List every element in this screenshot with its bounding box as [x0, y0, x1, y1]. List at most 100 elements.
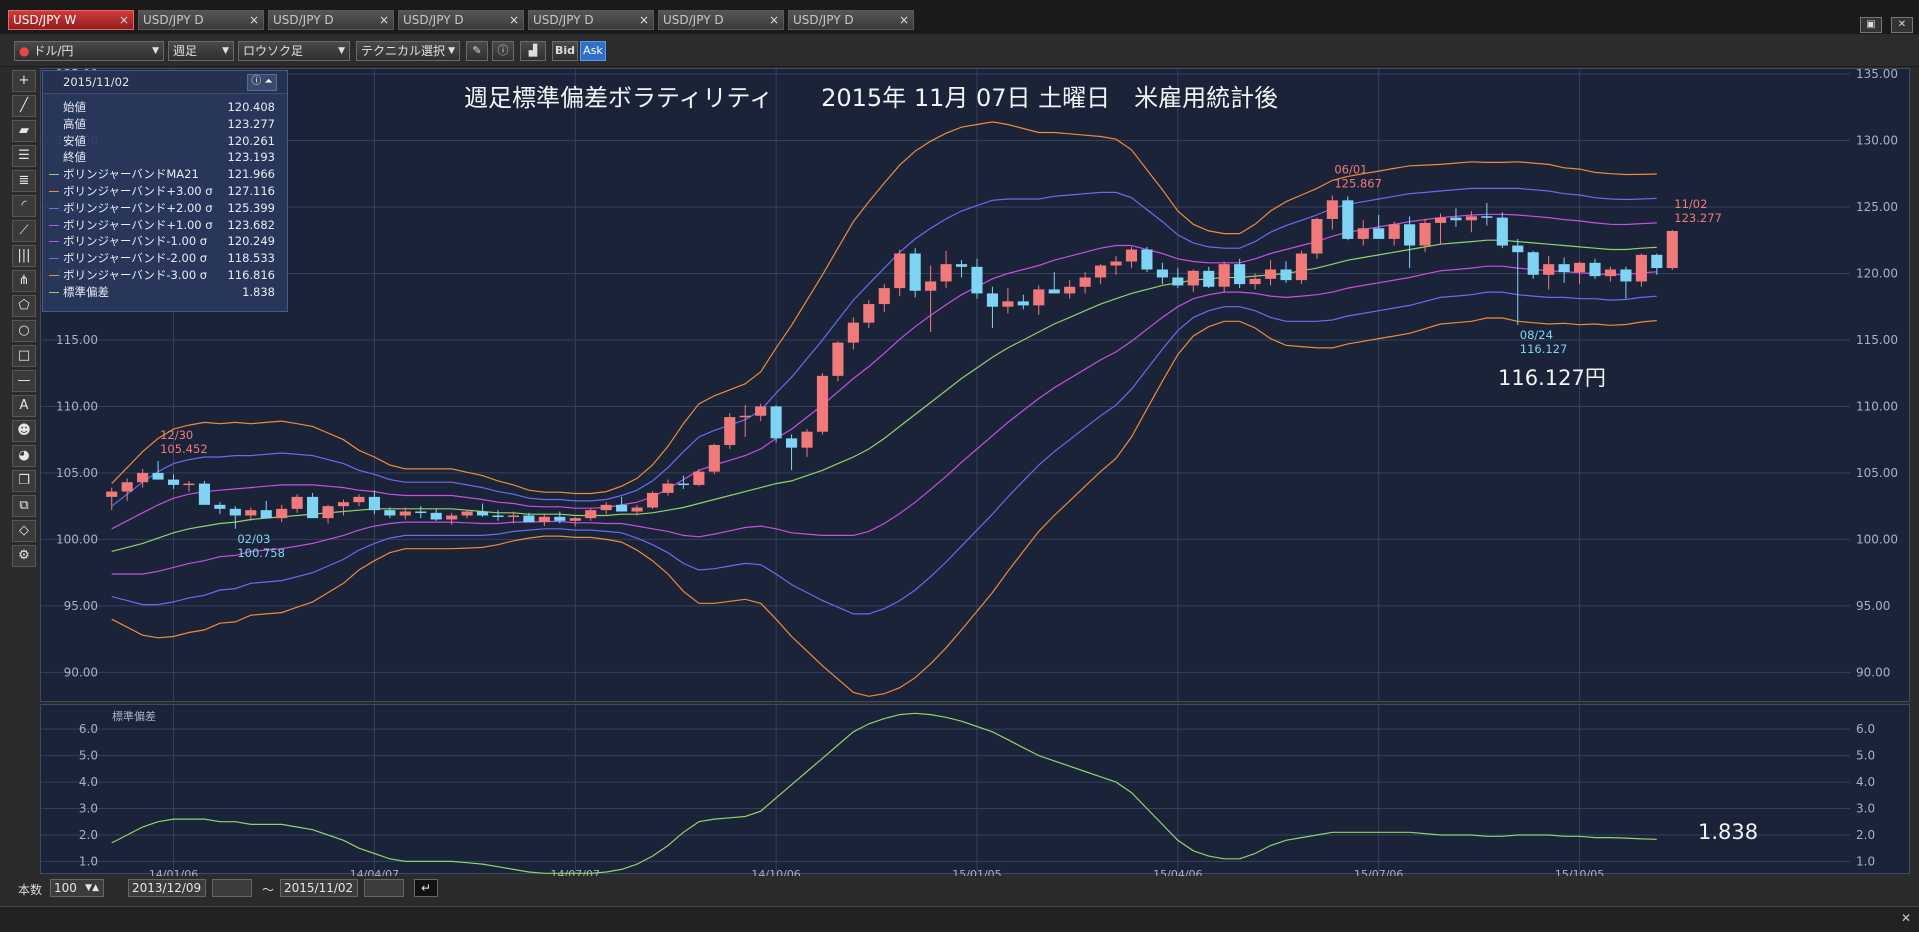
candle-body: [1218, 264, 1230, 287]
candle-body: [307, 496, 319, 519]
candle-body: [1512, 245, 1524, 253]
band-minus1-line: [111, 265, 1657, 575]
candle-body: [1079, 277, 1091, 287]
y-tick-label-right: 95.00: [1856, 599, 1890, 613]
return-icon[interactable]: ↵: [414, 879, 438, 897]
row-label: ボリンジャーバンド-2.00 σ: [63, 251, 208, 266]
candle-body: [755, 406, 767, 416]
candle-body: [1203, 270, 1215, 287]
bottom-bar: 本数 100 ▼▲ 2013/12/09 ～ 2015/11/02 ↵: [0, 876, 1919, 902]
data-window-date: 2015/11/02: [63, 75, 130, 89]
y-tick-label-right: 120.00: [1856, 266, 1898, 280]
headline: 週足標準偏差ボラティリティ 2015年 11月 07日 土曜日 米雇用統計後: [464, 84, 1279, 112]
count-input[interactable]: 100 ▼▲: [50, 879, 104, 897]
candle-body: [137, 472, 149, 483]
candle-body: [384, 510, 396, 516]
data-window-row: 標準偏差 1.838: [43, 284, 287, 301]
y-tick-label-left: 105.00: [56, 466, 98, 480]
annotation-date: 12/30: [160, 428, 193, 442]
data-window-row: ボリンジャーバンド-3.00 σ 116.816: [43, 267, 287, 284]
from-time-input[interactable]: [212, 879, 252, 897]
candle-body: [600, 504, 612, 511]
to-date-input[interactable]: 2015/11/02: [280, 879, 358, 897]
y-tick-label-left: 95.00: [64, 599, 98, 613]
sd-tick-label-left: 5.0: [79, 749, 98, 763]
row-value: 125.399: [227, 200, 275, 215]
range-separator: ～: [262, 883, 275, 897]
data-window-row: ボリンジャーバンド+3.00 σ 127.116: [43, 183, 287, 200]
to-time-input[interactable]: [364, 879, 404, 897]
candle-body: [708, 445, 720, 472]
candle-body: [724, 417, 736, 446]
legend-swatch: [49, 224, 59, 226]
candle-body: [368, 496, 380, 511]
y-tick-label-left: 90.00: [64, 665, 98, 679]
candle-body: [1264, 269, 1277, 279]
legend-swatch: [49, 241, 59, 243]
candle-body: [554, 516, 566, 521]
legend-swatch: [49, 124, 59, 125]
row-value: 127.116: [227, 183, 275, 198]
data-window-header: 2015/11/02 ⓘ ⏶: [43, 71, 287, 94]
row-label: 終値: [63, 150, 86, 165]
candle-body: [1125, 249, 1138, 262]
candle-body: [1048, 289, 1060, 294]
info-collapse-icon[interactable]: ⓘ ⏶: [247, 74, 277, 91]
annotation-date: 06/01: [1334, 162, 1367, 176]
candle-body: [1419, 222, 1431, 246]
candle-body: [1280, 269, 1292, 281]
candle-body: [1033, 289, 1045, 306]
row-value: 123.193: [227, 150, 275, 165]
sd-tick-label-right: 4.0: [1856, 775, 1875, 789]
data-window-row: 安値 120.261: [43, 133, 287, 150]
candle-body: [1543, 264, 1555, 275]
data-window-row: ボリンジャーバンド+2.00 σ 125.399: [43, 200, 287, 217]
candle-body: [152, 472, 164, 480]
y-tick-label-left: 110.00: [56, 399, 98, 413]
candle-body: [229, 508, 241, 516]
data-window: 2015/11/02 ⓘ ⏶ 始値 120.408 高値 123.277 安値 120.2…: [42, 70, 288, 312]
y-tick-label-right: 90.00: [1856, 665, 1890, 679]
candle-body: [1574, 262, 1586, 273]
candle-body: [677, 483, 689, 486]
from-date-input[interactable]: 2013/12/09: [128, 879, 206, 897]
row-value: 120.249: [227, 234, 275, 249]
row-label: 安値: [63, 133, 86, 148]
candle-body: [476, 511, 489, 516]
footer-close-icon[interactable]: ✕: [1901, 911, 1911, 925]
candle-body: [878, 288, 890, 305]
candle-body: [569, 518, 581, 521]
row-label: ボリンジャーバンドMA21: [63, 167, 199, 182]
stepper-icon[interactable]: ▼▲: [85, 880, 99, 896]
candle-body: [1481, 216, 1493, 218]
candle-body: [415, 511, 427, 513]
legend-swatch: [49, 107, 59, 108]
band-plus1-line: [111, 213, 1657, 530]
annotation-date: 02/03: [237, 532, 270, 546]
candle-body: [955, 264, 968, 267]
candle-body: [1017, 301, 1029, 306]
candle-body: [538, 516, 550, 523]
data-window-rows: 始値 120.408 高値 123.277 安値 120.261 終値 123.193 ボリンジ…: [43, 94, 287, 301]
y-tick-label-left: 115.00: [56, 333, 98, 347]
candle-body: [1110, 261, 1122, 266]
candle-body: [1496, 217, 1508, 246]
candle-body: [1635, 254, 1647, 282]
candle-body: [492, 515, 504, 517]
row-value: 118.533: [227, 251, 275, 266]
y-tick-label-left: 100.00: [56, 532, 98, 546]
candle-body: [1373, 228, 1385, 239]
y-tick-label-right: 115.00: [1856, 333, 1898, 347]
candle-body: [616, 504, 628, 512]
candle-body: [1465, 216, 1477, 221]
candle-body: [1620, 269, 1632, 282]
candle-body: [739, 415, 751, 418]
candle-body: [816, 375, 829, 432]
candle-body: [1434, 217, 1447, 223]
legend-swatch: [49, 190, 59, 192]
candle-body: [909, 253, 921, 291]
row-value: 116.816: [227, 267, 275, 282]
row-label: ボリンジャーバンド+1.00 σ: [63, 217, 213, 232]
candle-body: [260, 510, 272, 519]
sd-tick-label-left: 3.0: [79, 802, 98, 816]
